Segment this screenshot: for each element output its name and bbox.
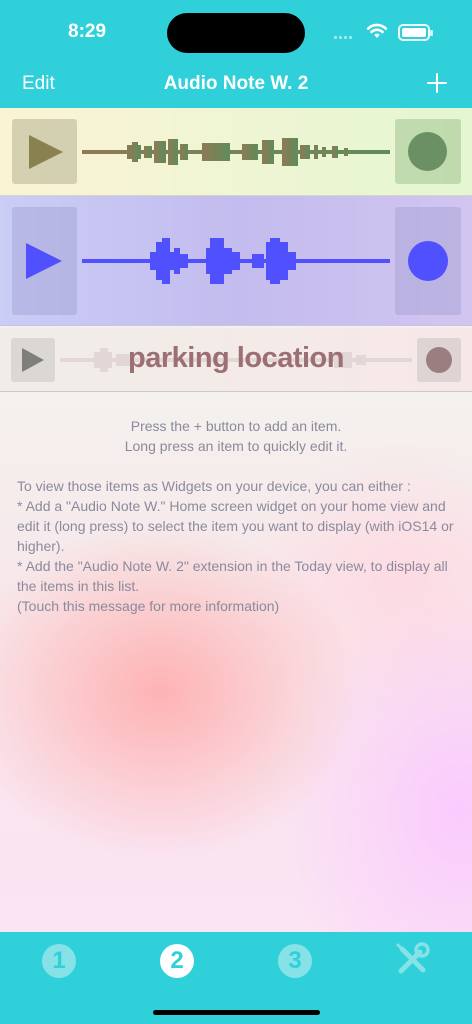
tab-3[interactable]: 3 xyxy=(278,944,312,978)
item-label: parking location xyxy=(128,342,344,374)
list-item[interactable]: parking location xyxy=(0,328,472,392)
record-icon xyxy=(408,241,448,281)
record-icon xyxy=(408,132,447,171)
list-item[interactable] xyxy=(0,108,472,196)
record-icon xyxy=(426,347,452,373)
play-icon xyxy=(29,135,63,169)
play-button[interactable] xyxy=(12,119,77,184)
play-button[interactable] xyxy=(12,207,77,315)
tab-1[interactable]: 1 xyxy=(42,944,76,978)
tools-icon[interactable] xyxy=(393,941,431,979)
hint-text: Press the + button to add an item. Long … xyxy=(124,418,348,454)
wifi-icon xyxy=(366,23,388,38)
list-item[interactable] xyxy=(0,196,472,326)
plus-icon[interactable] xyxy=(424,70,450,96)
widget-instructions: To view those items as Widgets on your d… xyxy=(17,478,454,614)
tab-2[interactable]: 2 xyxy=(160,944,194,978)
play-icon xyxy=(26,243,62,279)
record-button[interactable] xyxy=(395,119,461,184)
page-title: Audio Note W. 2 xyxy=(163,73,309,94)
battery-icon xyxy=(398,24,433,41)
cellular-signal-icon xyxy=(334,36,352,39)
help-message[interactable]: Press the + button to add an item. Long … xyxy=(0,392,472,622)
status-time: 8:29 xyxy=(68,21,107,42)
dynamic-island xyxy=(167,13,305,53)
record-button[interactable] xyxy=(395,207,461,315)
waveform xyxy=(82,238,390,284)
home-indicator xyxy=(153,1010,320,1015)
record-button[interactable] xyxy=(417,338,461,382)
waveform xyxy=(82,138,390,166)
